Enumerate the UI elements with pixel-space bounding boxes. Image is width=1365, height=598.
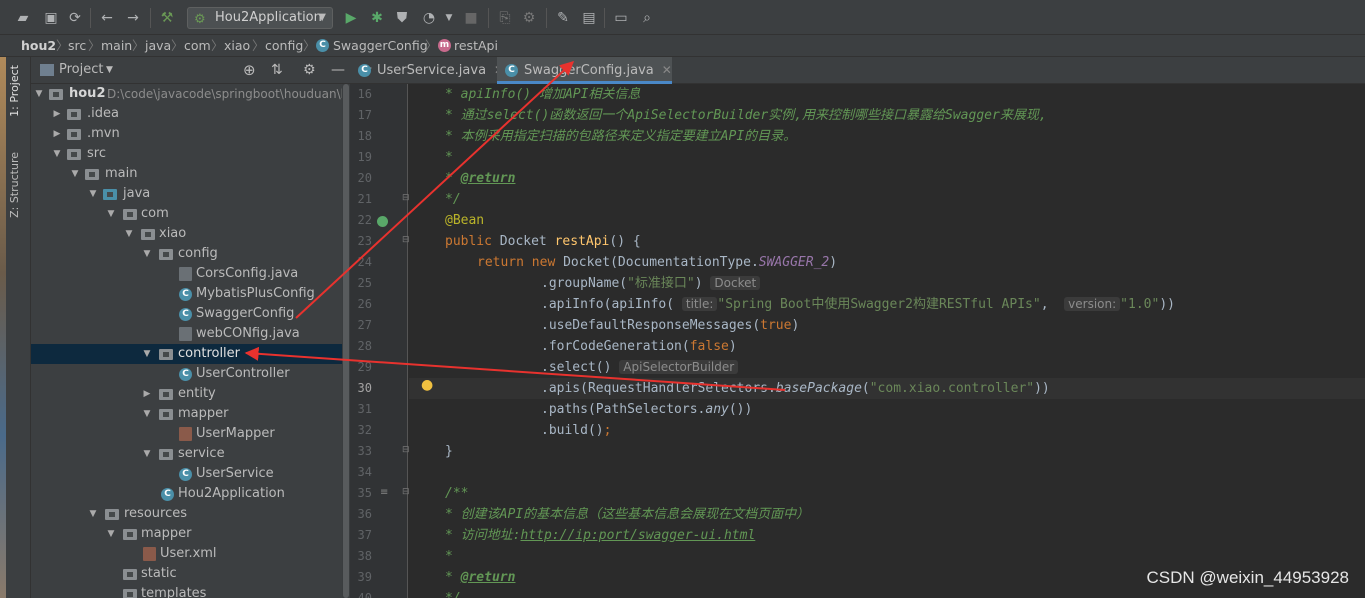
watermark: CSDN @weixin_44953928 xyxy=(1146,568,1349,587)
arrow-package-to-controller xyxy=(244,346,786,391)
annotation-arrows xyxy=(244,61,786,391)
arrow-swaggerconfig-to-tab xyxy=(295,61,575,319)
